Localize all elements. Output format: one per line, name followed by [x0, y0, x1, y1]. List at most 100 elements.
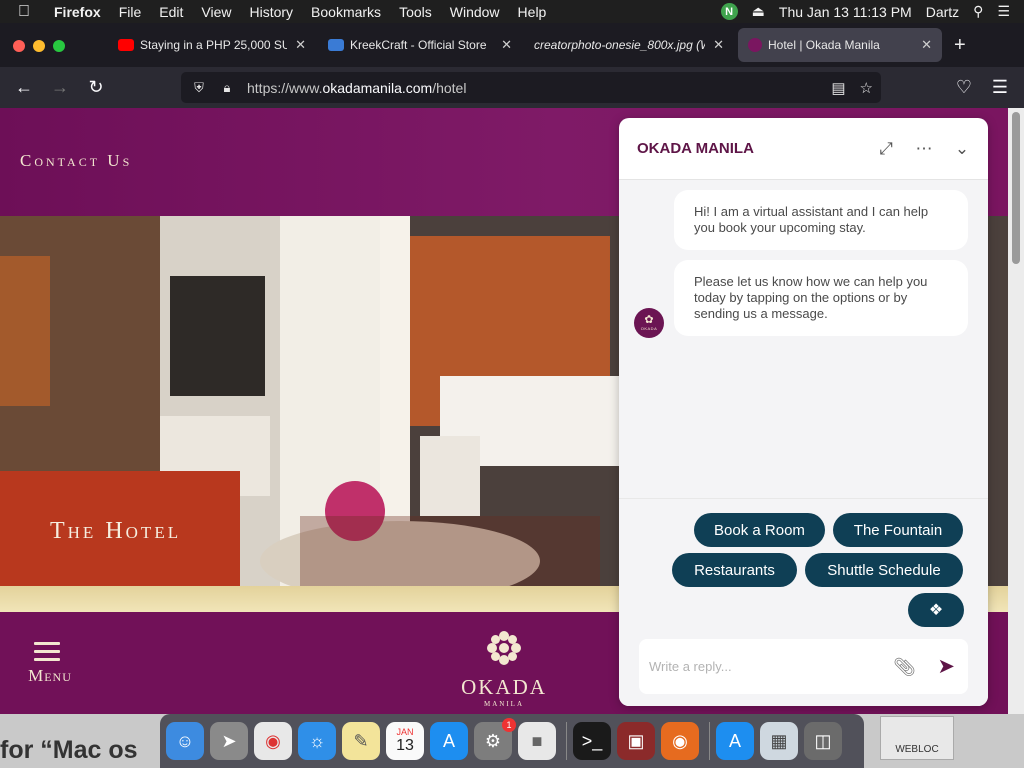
forward-arrow-icon[interactable]: → — [49, 76, 71, 98]
dock-separator — [566, 722, 567, 760]
expand-icon[interactable]: ⤢ — [874, 139, 898, 159]
calendar-day: 13 — [396, 737, 414, 754]
url-bar-actions: ▤ ☆ — [831, 72, 873, 103]
hero-title: The Hotel — [50, 518, 182, 544]
calendar-icon[interactable]: JAN 13 — [386, 722, 424, 760]
tab-title: creatorphoto-onesie_800x.jpg (W — [534, 38, 706, 52]
menubar-clock[interactable]: Thu Jan 13 11:13 PM — [779, 4, 912, 20]
tab-kreekcraft[interactable]: KreekCraft - Official Store ✕ — [318, 28, 522, 62]
web-page: Contact Us The Hotel Menu OKADA MANILA O… — [0, 108, 1024, 714]
tab-youtube[interactable]: Staying in a PHP 25,000 SUITE ✕ — [108, 28, 316, 62]
scrollbar-thumb[interactable] — [1012, 112, 1020, 264]
webloc-file-icon[interactable]: WEBLOC — [880, 716, 954, 760]
firefox-icon[interactable]: ◉ — [661, 722, 699, 760]
flower-icon: ✿ — [644, 314, 654, 326]
hamburger-menu-icon[interactable]: ☰ — [989, 76, 1011, 98]
control-center-icon[interactable]: ☰ — [997, 3, 1010, 20]
tab-okada-hotel[interactable]: Hotel | Okada Manila ✕ — [738, 28, 942, 62]
close-tab-icon[interactable]: ✕ — [713, 37, 724, 53]
menu-view[interactable]: View — [201, 4, 231, 20]
notification-app-icon[interactable]: N — [720, 3, 738, 20]
site-menu-button[interactable]: Menu — [24, 642, 76, 686]
more-options-grid-icon[interactable]: ❖ — [908, 593, 964, 627]
menubar-user[interactable]: Dartz — [926, 4, 959, 20]
new-tab-plus-icon[interactable]: + — [954, 35, 966, 55]
pocket-icon[interactable]: ♡ — [953, 76, 975, 98]
restaurants-button[interactable]: Restaurants — [672, 553, 797, 587]
menu-help[interactable]: Help — [518, 4, 547, 20]
browser-nav-bar: ← → ↻ ⛨ 🔒︎ https://www.okadamanila.com/h… — [0, 67, 1024, 108]
notes-icon[interactable]: ✎ — [342, 722, 380, 760]
send-icon[interactable]: ➤ — [937, 654, 955, 679]
the-fountain-button[interactable]: The Fountain — [833, 513, 963, 547]
url-text[interactable]: https://www.okadamanila.com/hotel — [247, 80, 466, 96]
minimize-window-button[interactable] — [33, 40, 45, 52]
reply-box: 📎︎ ➤ — [639, 639, 968, 694]
app-store-downloads-icon[interactable]: A — [716, 722, 754, 760]
okada-favicon-icon — [748, 38, 762, 52]
chrome-icon[interactable]: ◉ — [254, 722, 292, 760]
chat-composer: 📎︎ ➤ — [619, 638, 988, 706]
menu-tools[interactable]: Tools — [399, 4, 432, 20]
chat-widget: OKADA MANILA ⤢ ⋯ ⌄ Hi! I am a virtual as… — [619, 118, 988, 706]
notification-badge: 1 — [502, 718, 516, 732]
url-bar[interactable]: ⛨ 🔒︎ https://www.okadamanila.com/hotel ▤… — [181, 72, 881, 103]
photo-booth-icon[interactable]: ▣ — [617, 722, 655, 760]
apple-menu-icon[interactable]:  — [18, 3, 38, 21]
menubar-status-area: N ⏏ Thu Jan 13 11:13 PM Dartz ⚲ ☰ — [720, 0, 1024, 23]
terminal-icon[interactable]: >_ — [573, 722, 611, 760]
bookmark-star-icon[interactable]: ☆ — [860, 79, 873, 97]
okada-logo[interactable]: OKADA MANILA — [452, 628, 556, 708]
chevron-down-icon[interactable]: ⌄ — [950, 139, 974, 159]
chat-header: OKADA MANILA ⤢ ⋯ ⌄ — [619, 118, 988, 180]
app-store-icon[interactable]: A — [430, 722, 468, 760]
launchpad-icon[interactable]: ➤ — [210, 722, 248, 760]
avatar-wordmark: OKADA — [640, 326, 658, 331]
page-scrollbar[interactable] — [1008, 108, 1024, 714]
close-window-button[interactable] — [13, 40, 25, 52]
roblox-icon[interactable]: ■ — [518, 722, 556, 760]
menu-edit[interactable]: Edit — [159, 4, 183, 20]
desktop-area: for “Mac os ☺ ➤ ◉ ☼ ✎ JAN 13 A ⚙ 1 ■ >_ ▣… — [0, 714, 1024, 768]
menu-bookmarks[interactable]: Bookmarks — [311, 4, 381, 20]
reader-view-icon[interactable]: ▤ — [831, 79, 845, 97]
finder-icon[interactable]: ☺ — [166, 722, 204, 760]
more-options-icon[interactable]: ⋯ — [912, 139, 936, 159]
safari-icon[interactable]: ☼ — [298, 722, 336, 760]
zoom-window-button[interactable] — [53, 40, 65, 52]
tab-creatorphoto[interactable]: creatorphoto-onesie_800x.jpg (W ✕ — [524, 28, 734, 62]
tab-title: Staying in a PHP 25,000 SUITE — [140, 38, 288, 52]
eject-icon[interactable]: ⏏ — [752, 3, 765, 20]
bot-message: Please let us know how we can help you t… — [674, 260, 968, 336]
reply-input[interactable] — [649, 659, 889, 674]
tracking-shield-icon[interactable]: ⛨ — [191, 80, 207, 96]
browser-tab-bar: Staying in a PHP 25,000 SUITE ✕ KreekCra… — [0, 23, 1024, 67]
paperclip-icon[interactable]: 📎︎ — [893, 657, 916, 678]
shuttle-schedule-button[interactable]: Shuttle Schedule — [805, 553, 963, 587]
menu-file[interactable]: File — [119, 4, 142, 20]
reload-icon[interactable]: ↻ — [85, 76, 107, 98]
menu-window[interactable]: Window — [450, 4, 500, 20]
trash-icon[interactable]: ◫ — [804, 722, 842, 760]
close-tab-icon[interactable]: ✕ — [295, 37, 306, 53]
back-arrow-icon[interactable]: ← — [13, 76, 35, 98]
background-partial-text: for “Mac os — [0, 736, 138, 764]
documents-folder-icon[interactable]: ▦ — [760, 722, 798, 760]
spotlight-search-icon[interactable]: ⚲ — [973, 3, 983, 20]
window-controls — [13, 40, 65, 52]
quick-replies: Book a Room The Fountain Restaurants Shu… — [619, 498, 988, 638]
youtube-favicon-icon — [118, 39, 134, 51]
menu-app-name[interactable]: Firefox — [54, 4, 101, 20]
close-tab-icon[interactable]: ✕ — [921, 37, 932, 53]
close-tab-icon[interactable]: ✕ — [501, 37, 512, 53]
bot-message: Hi! I am a virtual assistant and I can h… — [674, 190, 968, 250]
dock-separator — [709, 722, 710, 760]
lock-icon[interactable]: 🔒︎ — [219, 80, 235, 96]
tab-title: Hotel | Okada Manila — [768, 38, 880, 52]
menu-history[interactable]: History — [249, 4, 293, 20]
menu-label: Menu — [28, 666, 72, 685]
system-preferences-icon[interactable]: ⚙ 1 — [474, 718, 516, 760]
logo-wordmark: OKADA — [461, 675, 547, 699]
book-a-room-button[interactable]: Book a Room — [694, 513, 825, 547]
contact-us-link[interactable]: Contact Us — [20, 151, 132, 171]
